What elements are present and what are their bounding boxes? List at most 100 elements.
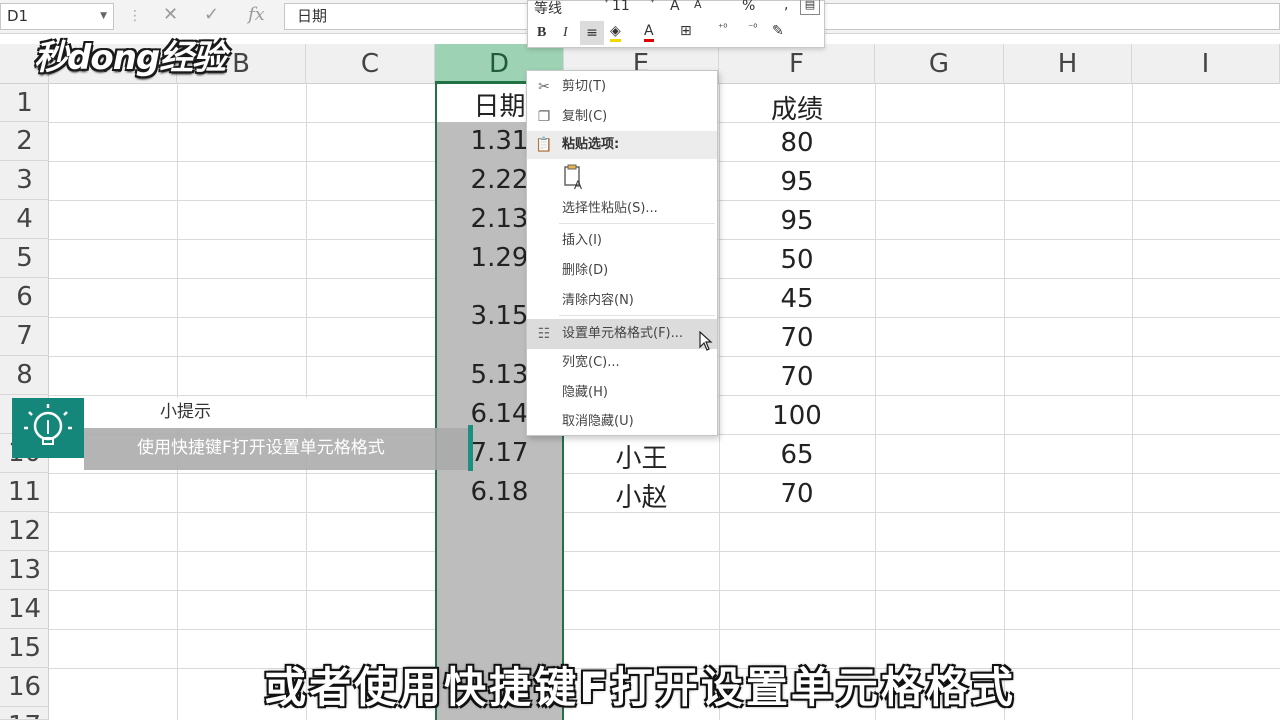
font-name-select[interactable]: 等线 — [534, 0, 562, 18]
gridline — [1004, 84, 1005, 720]
format-icon[interactable]: ▤ — [800, 0, 820, 15]
cancel-icon[interactable]: ✕ — [163, 4, 178, 25]
mouse-pointer-icon — [699, 331, 713, 351]
video-subtitle: 或者使用快捷键F打开设置单元格格式 — [264, 663, 1016, 712]
percent-style-icon[interactable]: % — [742, 0, 755, 14]
name-box[interactable]: D1 ▼ — [0, 3, 114, 30]
format-cells-icon: ☷ — [537, 326, 551, 342]
cell-f9[interactable]: 100 — [719, 401, 875, 431]
copy-icon: ❐ — [537, 109, 551, 125]
scissors-icon: ✂ — [538, 79, 550, 95]
tip-accent-bar — [468, 425, 473, 471]
chevron-down-icon[interactable]: ▾ — [604, 0, 609, 6]
menu-item-label: 设置单元格格式(F)... — [562, 326, 684, 341]
name-box-value: D1 — [7, 7, 29, 25]
italic-button[interactable]: I — [563, 25, 568, 41]
watermark-logo: 秒dong经验 — [34, 38, 226, 78]
menu-item-label: 清除内容(N) — [562, 293, 634, 308]
cell-f7[interactable]: 70 — [719, 323, 875, 353]
menu-item-label: 删除(D) — [562, 263, 609, 278]
cell-f11[interactable]: 70 — [719, 479, 875, 509]
borders-icon[interactable]: ⊞ — [680, 23, 692, 39]
tip-title: 小提示 — [84, 398, 398, 428]
increase-decimal-icon[interactable]: ⁺⁰ — [718, 23, 727, 34]
row-header[interactable]: 3 — [0, 161, 49, 200]
menu-item-delete[interactable]: 删除(D) — [527, 257, 717, 285]
format-painter-icon[interactable]: ✎ — [772, 23, 784, 39]
cell-e10[interactable]: 小王 — [564, 438, 719, 475]
cell-f4[interactable]: 95 — [719, 206, 875, 236]
cell-f10[interactable]: 65 — [719, 440, 875, 470]
lightbulb-icon — [12, 398, 84, 458]
tip-body: 使用快捷键F打开设置单元格格式 — [84, 428, 473, 470]
gridline — [49, 551, 1280, 552]
menu-separator — [559, 223, 715, 224]
align-center-icon[interactable]: ≡ — [580, 21, 604, 45]
drag-handle-icon[interactable]: ⋮ — [128, 8, 142, 24]
row-header[interactable]: 12 — [0, 512, 49, 551]
svg-text:A: A — [574, 178, 582, 191]
column-header-g[interactable]: G — [875, 44, 1004, 84]
menu-item-copy[interactable]: ❐ 复制(C) — [527, 103, 717, 131]
column-header-i[interactable]: I — [1132, 44, 1280, 84]
menu-item-cut[interactable]: ✂ 剪切(T) — [527, 73, 717, 101]
paste-icon: 📋 — [535, 137, 553, 153]
mini-toolbar: 等线 ▾ 11 ▾ A A % , ▤ B I ≡ ◈ A ⊞ ⁺⁰ ⁻⁰ ✎ — [527, 0, 825, 48]
check-icon[interactable]: ✓ — [204, 4, 219, 25]
row-header[interactable]: 2 — [0, 122, 49, 161]
row-header[interactable]: 4 — [0, 200, 49, 239]
row-header[interactable]: 8 — [0, 356, 49, 395]
row-header[interactable]: 7 — [0, 317, 49, 356]
menu-item-paste-special[interactable]: 选择性粘贴(S)... — [527, 195, 717, 223]
chevron-down-icon[interactable]: ▾ — [650, 0, 655, 6]
cell-f2[interactable]: 80 — [719, 128, 875, 158]
menu-item-column-width[interactable]: 列宽(C)... — [527, 349, 717, 377]
grow-font-icon[interactable]: A — [670, 0, 680, 14]
column-header-f[interactable]: F — [719, 44, 875, 84]
menu-item-hide[interactable]: 隐藏(H) — [527, 379, 717, 407]
gridline — [1132, 84, 1133, 720]
row-header[interactable]: 5 — [0, 239, 49, 278]
menu-item-insert[interactable]: 插入(I) — [527, 227, 717, 255]
column-header-c[interactable]: C — [306, 44, 435, 84]
menu-item-label: 选择性粘贴(S)... — [562, 201, 658, 216]
paste-options-header: 📋 粘贴选项: — [527, 131, 717, 159]
gridline — [49, 590, 1280, 591]
shrink-font-icon[interactable]: A — [694, 0, 702, 11]
bold-button[interactable]: B — [537, 25, 546, 41]
chevron-down-icon[interactable]: ▼ — [100, 4, 107, 29]
row-header[interactable]: 6 — [0, 278, 49, 317]
menu-item-clear-contents[interactable]: 清除内容(N) — [527, 287, 717, 315]
cell-f8[interactable]: 70 — [719, 362, 875, 392]
gridline — [49, 629, 1280, 630]
fill-color-icon[interactable]: ◈ — [610, 23, 621, 42]
row-header[interactable]: 1 — [0, 84, 49, 122]
fx-icon[interactable]: fx — [248, 4, 265, 25]
row-header[interactable]: 11 — [0, 473, 49, 512]
row-header[interactable]: 13 — [0, 551, 49, 590]
menu-item-label: 列宽(C)... — [562, 355, 620, 370]
cell-f5[interactable]: 50 — [719, 245, 875, 275]
menu-item-format-cells[interactable]: ☷ 设置单元格格式(F)... — [527, 319, 717, 349]
font-size-select[interactable]: 11 — [612, 0, 630, 14]
cell-f3[interactable]: 95 — [719, 167, 875, 197]
gridline — [875, 84, 876, 720]
comma-style-icon[interactable]: , — [784, 0, 788, 13]
font-color-icon[interactable]: A — [644, 23, 654, 42]
menu-item-unhide[interactable]: 取消隐藏(U) — [527, 408, 717, 436]
menu-separator — [559, 315, 715, 316]
row-header[interactable]: 14 — [0, 590, 49, 629]
cell-e11[interactable]: 小赵 — [564, 477, 719, 514]
menu-item-label: 剪切(T) — [562, 79, 607, 94]
decrease-decimal-icon[interactable]: ⁻⁰ — [748, 23, 757, 34]
menu-item-label: 插入(I) — [562, 233, 602, 248]
context-menu: ✂ 剪切(T) ❐ 复制(C) 📋 粘贴选项: A 选择性粘贴(S)... 插入… — [526, 70, 718, 436]
column-header-h[interactable]: H — [1004, 44, 1132, 84]
menu-item-label: 复制(C) — [562, 109, 608, 124]
paste-keep-text-icon[interactable]: A — [562, 163, 588, 191]
menu-item-label: 隐藏(H) — [562, 385, 608, 400]
cell-f6[interactable]: 45 — [719, 284, 875, 314]
cell-f1[interactable]: 成绩 — [719, 89, 875, 126]
cell-d11[interactable]: 6.18 — [437, 477, 562, 507]
menu-item-label: 粘贴选项: — [562, 137, 620, 152]
